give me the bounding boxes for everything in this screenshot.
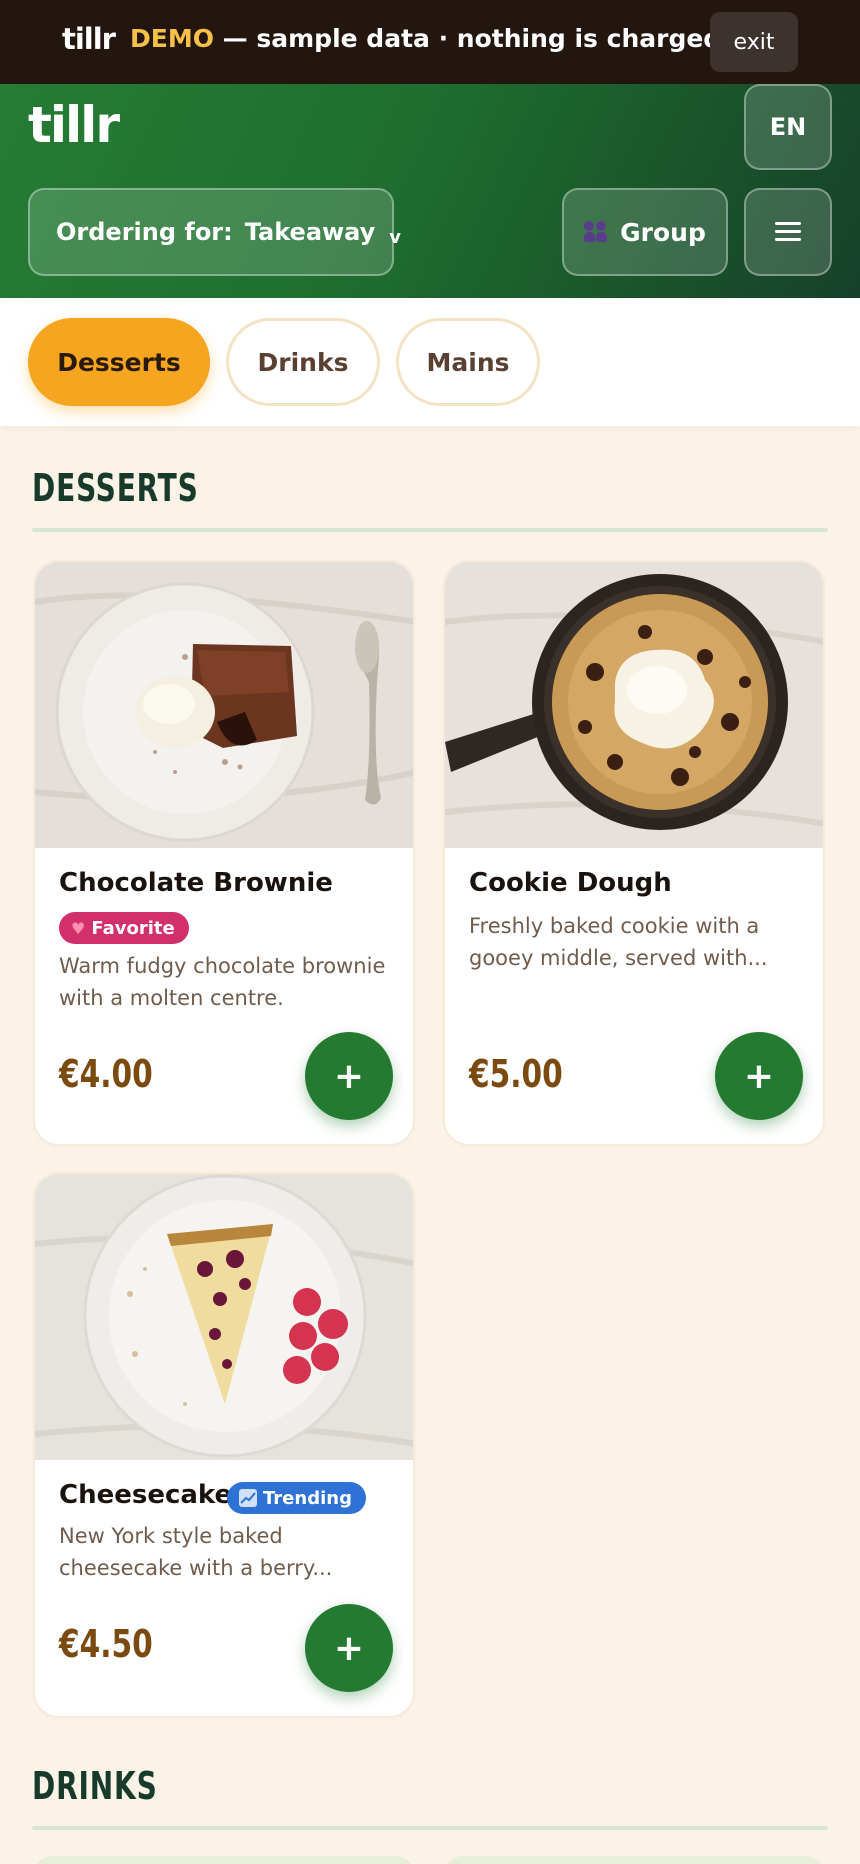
section-title-drinks: DRINKS xyxy=(32,1764,158,1808)
section-divider xyxy=(32,1826,828,1830)
drinks-card-peek xyxy=(33,1856,415,1864)
chart-up-icon xyxy=(239,1489,257,1507)
item-description: Warm fudgy chocolate brownie with a molt… xyxy=(59,954,386,1010)
section-divider xyxy=(32,528,828,532)
app-header: tillr EN Ordering for: Takeaway v Group xyxy=(0,84,860,298)
demo-message-text: — sample data · nothing is charged xyxy=(213,24,722,53)
heart-icon: ♥ xyxy=(71,918,86,938)
item-description: New York style baked cheesecake with a b… xyxy=(59,1524,333,1580)
item-name: Cheesecake xyxy=(59,1480,233,1510)
cheesecake-image xyxy=(35,1174,413,1460)
item-description: Freshly baked cookie with a gooey middle… xyxy=(469,914,768,970)
menu-item-card[interactable]: Cheesecake Trending New York style baked… xyxy=(33,1172,415,1718)
item-price: €4.00 xyxy=(59,1052,153,1096)
tab-mains[interactable]: Mains xyxy=(396,318,540,406)
demo-word: DEMO xyxy=(130,24,214,53)
group-label: Group xyxy=(620,217,706,247)
item-price: €4.50 xyxy=(59,1622,153,1666)
language-button[interactable]: EN xyxy=(744,84,832,170)
tab-desserts[interactable]: Desserts xyxy=(28,318,210,406)
category-tabs: Desserts Drinks Mains xyxy=(0,298,860,426)
ordering-mode-selector[interactable]: Ordering for: Takeaway v xyxy=(28,188,401,276)
menu-item-card[interactable]: Cookie Dough Freshly baked cookie with a… xyxy=(443,560,825,1146)
hamburger-menu-icon xyxy=(775,222,801,242)
add-to-cart-button[interactable]: + xyxy=(305,1604,393,1692)
item-name: Cookie Dough xyxy=(469,868,672,898)
item-name: Chocolate Brownie xyxy=(59,868,333,898)
section-title-desserts: DESSERTS xyxy=(32,466,199,510)
demo-banner: tillr DEMO — sample data · nothing is ch… xyxy=(0,0,860,84)
brand-logo: tillr xyxy=(28,96,120,154)
people-icon xyxy=(584,221,610,243)
cookie-dough-image xyxy=(445,562,823,848)
exit-demo-button[interactable]: exit xyxy=(710,12,798,72)
menu-button[interactable] xyxy=(744,188,832,276)
drinks-card-peek xyxy=(443,1856,825,1864)
demo-logo: tillr xyxy=(62,22,116,56)
favorite-badge: ♥ Favorite xyxy=(59,912,189,944)
group-order-button[interactable]: Group xyxy=(562,188,728,276)
ordering-value: Takeaway xyxy=(244,218,376,246)
chocolate-brownie-image xyxy=(35,562,413,848)
chevron-down-icon: v xyxy=(389,226,402,248)
badge-label: Favorite xyxy=(91,917,175,939)
item-price: €5.00 xyxy=(469,1052,563,1096)
badge-label: Trending xyxy=(263,1487,352,1509)
trending-badge: Trending xyxy=(227,1482,366,1514)
tab-drinks[interactable]: Drinks xyxy=(226,318,380,406)
add-to-cart-button[interactable]: + xyxy=(305,1032,393,1120)
ordering-label: Ordering for: xyxy=(56,218,233,246)
add-to-cart-button[interactable]: + xyxy=(715,1032,803,1120)
demo-message: DEMO — sample data · nothing is charged xyxy=(130,24,721,53)
menu-item-card[interactable]: Chocolate Brownie ♥ Favorite Warm fudgy … xyxy=(33,560,415,1146)
